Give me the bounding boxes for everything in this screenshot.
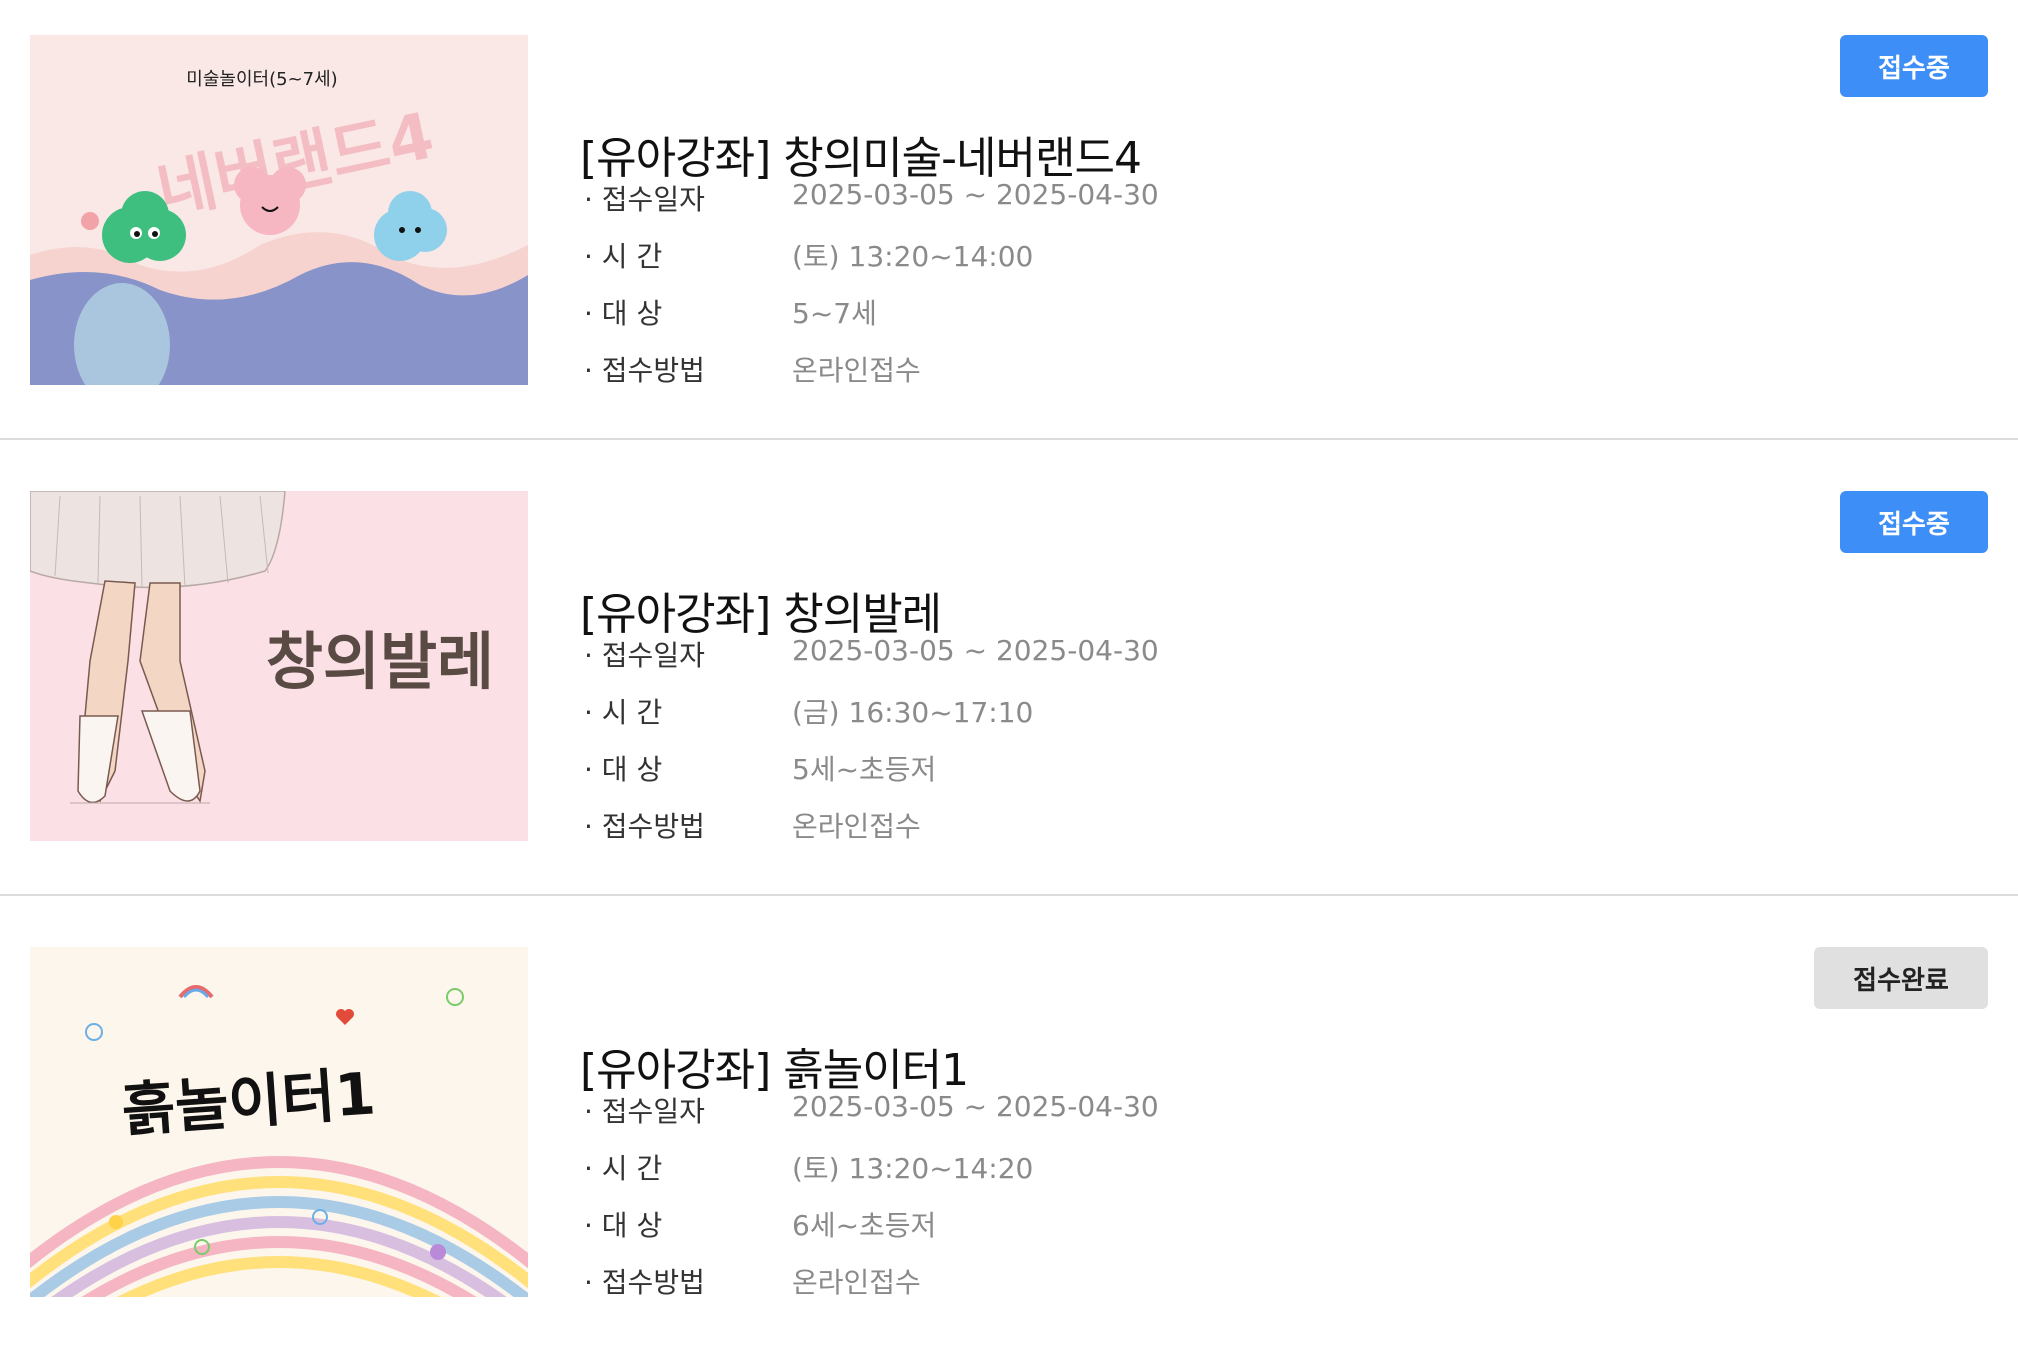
course-thumbnail[interactable]: 창의발레 xyxy=(30,491,528,841)
info-label: · 접수일자 xyxy=(584,1095,705,1128)
course-item[interactable]: 창의발레 [유아강좌] 창의발레 · 접수일자 2025-03-05 ~ 202… xyxy=(0,456,2018,912)
info-value: 온라인접수 xyxy=(792,1266,921,1299)
course-list: 미술놀이터(5~7세) 네버랜드4 [유아강좌] 창의미술-네버랜드4 · 접수… xyxy=(0,0,2018,1323)
info-label: · 시 간 xyxy=(584,240,663,273)
status-badge[interactable]: 접수중 xyxy=(1840,35,1988,97)
thumb-title-text: 창의발레 xyxy=(266,625,494,698)
info-value: 5~7세 xyxy=(792,297,877,330)
info-value: 온라인접수 xyxy=(792,810,921,843)
info-label: · 대 상 xyxy=(584,753,663,786)
info-label: · 접수방법 xyxy=(584,1266,705,1299)
art-class-illustration: 미술놀이터(5~7세) 네버랜드4 xyxy=(30,35,528,385)
ballet-illustration: 창의발레 xyxy=(30,491,528,841)
course-thumbnail[interactable]: 미술놀이터(5~7세) 네버랜드4 xyxy=(30,35,528,385)
info-value: 2025-03-05 ~ 2025-04-30 xyxy=(792,634,1159,667)
info-value: 5세~초등저 xyxy=(792,753,937,786)
thumb-caption: 미술놀이터(5~7세) xyxy=(186,69,337,90)
info-value: 2025-03-05 ~ 2025-04-30 xyxy=(792,178,1159,211)
course-item[interactable]: 미술놀이터(5~7세) 네버랜드4 [유아강좌] 창의미술-네버랜드4 · 접수… xyxy=(0,0,2018,456)
info-label: · 접수방법 xyxy=(584,810,705,843)
info-value: 온라인접수 xyxy=(792,354,921,387)
info-value: (토) 13:20~14:20 xyxy=(792,1152,1034,1185)
info-label: · 대 상 xyxy=(584,1209,663,1242)
divider xyxy=(0,894,2018,896)
divider xyxy=(0,438,2018,440)
info-label: · 시 간 xyxy=(584,1152,663,1185)
info-label: · 시 간 xyxy=(584,696,663,729)
course-title[interactable]: [유아강좌] 창의미술-네버랜드4 xyxy=(580,122,1142,186)
info-value: 2025-03-05 ~ 2025-04-30 xyxy=(792,1090,1159,1123)
info-value: (토) 13:20~14:00 xyxy=(792,240,1034,273)
course-title[interactable]: [유아강좌] 흙놀이터1 xyxy=(580,1034,969,1098)
course-thumbnail[interactable]: 흙놀이터1 xyxy=(30,947,528,1297)
clay-play-illustration: 흙놀이터1 xyxy=(30,947,528,1297)
status-badge[interactable]: 접수중 xyxy=(1840,491,1988,553)
info-label: · 접수일자 xyxy=(584,639,705,672)
status-badge[interactable]: 접수완료 xyxy=(1814,947,1988,1009)
course-title[interactable]: [유아강좌] 창의발레 xyxy=(580,578,942,642)
info-label: · 접수일자 xyxy=(584,183,705,216)
course-item[interactable]: 흙놀이터1 [유아강좌] 흙놀이터1 · 접수일자 2025-03-05 ~ 2… xyxy=(0,912,2018,1368)
info-label: · 대 상 xyxy=(584,297,663,330)
info-value: 6세~초등저 xyxy=(792,1209,937,1242)
info-value: (금) 16:30~17:10 xyxy=(792,696,1034,729)
info-label: · 접수방법 xyxy=(584,354,705,387)
